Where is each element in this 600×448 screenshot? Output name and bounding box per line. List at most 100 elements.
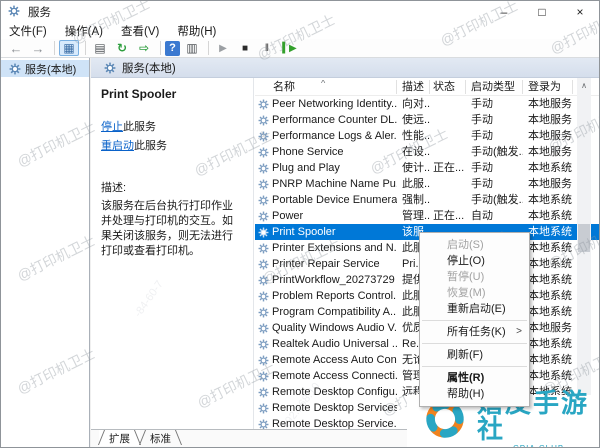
context-menu-item[interactable]: 帮助(H) [420,386,529,402]
restart-service-button[interactable]: ▍▶ [279,40,299,56]
service-row[interactable]: Plug and Play 使计...正在... 手动 本地系统 [255,160,599,176]
column-header-1[interactable]: 描述 [397,79,430,94]
service-row[interactable]: Performance Counter DL... 使远... 手动 本地服务 [255,112,599,128]
service-cl-cell: 本地服务 [528,146,572,158]
gear-icon [258,355,269,366]
service-cl-cell: 本地服务 [528,130,572,142]
logo-subtitle: CPIA.CLUB [513,443,565,448]
service-name-cell: Program Compatibility A... [255,304,397,320]
service-cs-cell [430,96,466,112]
service-name-cell: Printer Extensions and N... [255,240,397,256]
minimize-button[interactable]: – [485,1,523,23]
gear-icon [258,403,269,414]
window-controls: – □ × [485,1,599,23]
menu-帮助(H)[interactable]: 帮助(H) [177,23,225,39]
service-cd-cell: 使计... [402,162,430,174]
forward-button[interactable]: → [28,40,48,56]
services-gear-icon [9,63,21,75]
service-ct-cell: 手动 [471,162,493,174]
export-list-button[interactable]: ⇨ [134,40,154,56]
close-button[interactable]: × [561,1,599,23]
toolbar-separator [208,41,209,55]
gear-icon [258,387,269,398]
service-ct-cell: 手动(触发... [471,146,523,158]
gear-icon [258,147,269,158]
gear-icon [258,99,269,110]
service-name-cell: Plug and Play [255,160,397,176]
tree-item-services-local[interactable]: 服务(本地) [1,60,89,77]
gear-icon [258,307,269,318]
maximize-button[interactable]: □ [523,1,561,23]
service-cl-cell: 本地系统 [528,370,572,382]
menu-操作(A)[interactable]: 操作(A) [65,23,112,39]
stop-service-button[interactable]: ■ [235,40,255,56]
gear-icon [258,243,269,254]
service-cd-cell: 管理... [402,210,430,222]
menu-查看(V)[interactable]: 查看(V) [121,23,168,39]
column-header-3[interactable]: 启动类型 [466,79,523,94]
service-cs-cell [430,144,466,160]
column-header-0[interactable]: 名称 ^ [255,79,397,94]
vertical-scrollbar[interactable]: ∧ [577,78,591,429]
service-row[interactable]: PNRP Machine Name Pu... 此服... 手动 本地服务 [255,176,599,192]
start-service-button[interactable]: ▶ [213,40,233,56]
refresh-button[interactable]: ↻ [112,40,132,56]
service-cl-cell: 本地系统 [528,210,572,222]
services-app-icon [8,5,22,19]
tab-扩展[interactable]: 扩展 [99,430,140,446]
service-cl-cell: 本地系统 [528,306,572,318]
service-cs-cell: 正在... [433,210,465,222]
restart-service-link[interactable]: 重启动 [101,140,134,152]
console-tree-panel: 服务(本地) [1,58,90,447]
gear-icon [258,179,269,190]
service-cs-cell [430,112,466,128]
scrollbar-thumb[interactable] [578,224,590,252]
service-cd-cell: 此服... [402,178,430,190]
column-header-4[interactable]: 登录为 [523,79,573,94]
pause-service-button[interactable]: ‖ [257,40,277,56]
service-name-cell: Performance Counter DL... [255,112,397,128]
context-menu-item[interactable]: 重新启动(E) [420,301,529,317]
gear-icon [258,323,269,334]
gear-icon [258,339,269,350]
service-cd-cell: 使远... [402,114,430,126]
show-action-pane-button[interactable]: ▥ [182,40,202,56]
context-menu-item: 暂停(U) [447,271,485,283]
service-row[interactable]: Portable Device Enumera... 强制... 手动(触发... 本… [255,192,599,208]
context-menu-item[interactable]: 停止(O) [420,253,529,269]
service-cl-cell: 本地服务 [528,322,572,334]
service-ct-cell: 手动 [471,130,493,142]
context-menu-item: 启动(S) [447,239,484,251]
service-cd-cell: 强制... [402,194,430,206]
service-name-cell: Remote Access Auto Con... [255,352,397,368]
gear-icon [258,115,269,126]
back-button[interactable]: ← [6,40,26,56]
service-row[interactable]: Power 管理...正在... 自动 本地系统 [255,208,599,224]
tab-标准[interactable]: 标准 [140,430,181,446]
show-console-tree-button[interactable]: ▦ [59,40,79,56]
service-cl-cell: 本地系统 [528,258,572,270]
services-window: 服务 – □ × 文件(F) 操作(A) 查看(V) 帮助(H) ← → ▦ ▤ ↻ ⇨? ▥ ▶ ■… [0,0,600,448]
scroll-up-icon[interactable]: ∧ [577,78,591,92]
context-menu-item[interactable]: 属性(R) [420,370,529,386]
gear-icon [258,291,269,302]
gear-icon [258,227,269,238]
stop-service-link[interactable]: 停止 [101,121,123,133]
context-menu-item[interactable]: 刷新(F) [420,347,529,363]
service-cl-cell: 本地服务 [528,98,572,110]
service-row[interactable]: Performance Logs & Aler... 性能... 手动 本地服务 [255,128,599,144]
selected-service-title: Print Spooler [101,87,177,101]
context-menu-item[interactable]: 所有任务(K) > [420,324,529,340]
service-cs-cell [430,128,466,144]
help-button[interactable]: ? [165,40,180,56]
service-name-cell: PNRP Machine Name Pu... [255,176,397,192]
menu-separator [422,366,527,367]
properties-button[interactable]: ▤ [90,40,110,56]
column-header-2[interactable]: 状态 [430,79,466,94]
menu-文件(F)[interactable]: 文件(F) [9,23,56,39]
service-row[interactable]: Peer Networking Identity... 向对... 手动 本地服务 [255,96,599,112]
service-name-cell: Quality Windows Audio V... [255,320,397,336]
service-row[interactable]: Phone Service 在设... 手动(触发... 本地服务 [255,144,599,160]
service-ct-cell: 手动(触发... [471,194,523,206]
service-name-cell: PrintWorkflow_20273729 [255,272,397,288]
